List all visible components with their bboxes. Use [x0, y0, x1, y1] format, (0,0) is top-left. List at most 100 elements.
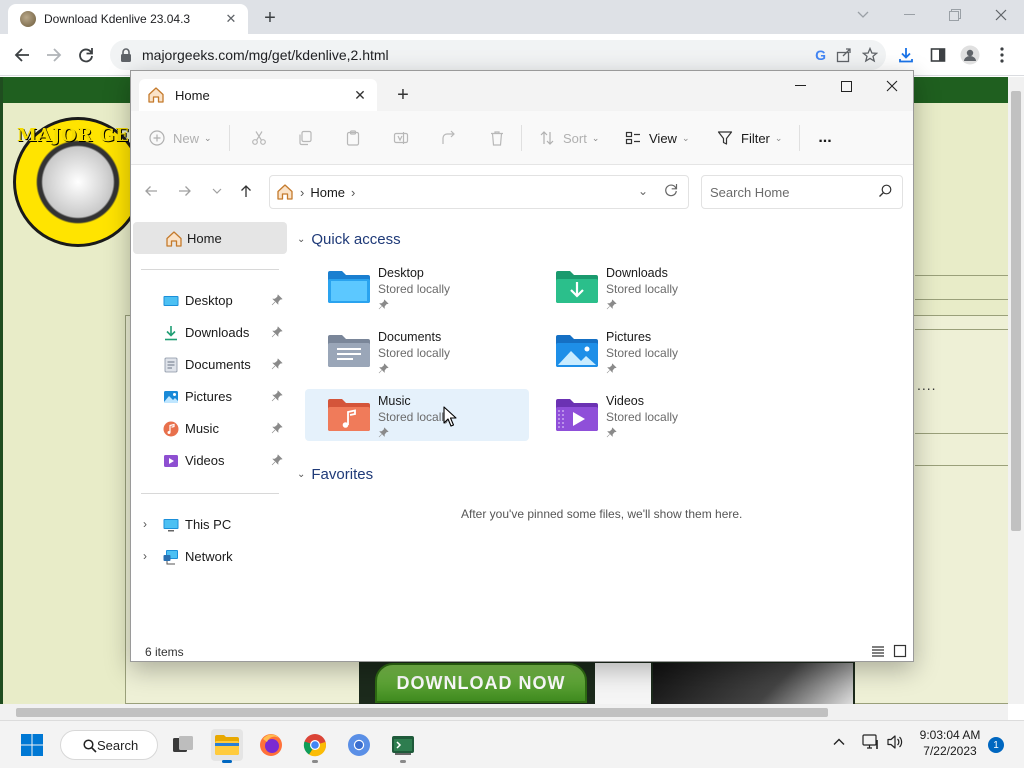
filter-button[interactable]: Filter ⌄: [717, 111, 782, 165]
screenshot-thumbnail[interactable]: [595, 663, 651, 704]
taskbar-chrome[interactable]: [299, 729, 331, 763]
start-button[interactable]: [16, 729, 48, 761]
nav-item-music[interactable]: Music: [131, 415, 287, 443]
view-button[interactable]: View ⌄: [625, 111, 690, 165]
profile-avatar[interactable]: [959, 44, 981, 66]
restore-browser-button[interactable]: [932, 0, 978, 30]
nav-item-this-pc[interactable]: › This PC: [131, 511, 287, 539]
minimize-browser-button[interactable]: [886, 0, 932, 30]
close-tab-icon[interactable]: ✕: [222, 10, 240, 28]
delete-icon[interactable]: [485, 111, 509, 165]
google-icon[interactable]: G: [815, 47, 826, 63]
nav-item-desktop[interactable]: Desktop: [131, 287, 287, 315]
bookmark-star-icon[interactable]: [862, 47, 878, 63]
nav-item-videos[interactable]: Videos: [131, 447, 287, 475]
show-hidden-icons-button[interactable]: [832, 735, 846, 752]
pin-icon[interactable]: [271, 390, 283, 402]
cut-icon[interactable]: [247, 111, 271, 165]
minimize-explorer-button[interactable]: [777, 71, 823, 101]
quick-access-pictures[interactable]: Pictures Stored locally: [533, 325, 757, 377]
share-icon[interactable]: [437, 111, 461, 165]
search-icon[interactable]: [878, 184, 892, 198]
copy-icon[interactable]: [293, 111, 317, 165]
taskbar-search[interactable]: Search: [60, 730, 158, 760]
nav-item-network[interactable]: › Network: [131, 543, 287, 571]
taskbar-chromium[interactable]: [343, 729, 375, 761]
collapse-chevron-icon[interactable]: ⌄: [297, 234, 305, 245]
close-explorer-button[interactable]: [869, 71, 913, 101]
scrollbar-thumb[interactable]: [16, 708, 828, 717]
quick-access-desktop[interactable]: Desktop Stored locally: [305, 261, 529, 313]
pin-icon[interactable]: [271, 454, 283, 466]
breadcrumb-home[interactable]: Home: [310, 185, 345, 200]
browser-menu-icon[interactable]: [991, 44, 1013, 66]
forward-icon[interactable]: [42, 43, 66, 67]
refresh-icon[interactable]: [664, 183, 678, 201]
breadcrumb-separator[interactable]: ›: [351, 185, 355, 200]
explorer-tab-home[interactable]: Home ✕: [139, 79, 377, 111]
pin-icon[interactable]: [271, 422, 283, 434]
taskbar-firefox[interactable]: [255, 729, 287, 761]
breadcrumb[interactable]: › Home › ⌄: [269, 175, 689, 209]
taskbar-clock[interactable]: 9:03:04 AM 7/22/2023: [918, 727, 982, 759]
see-more-button[interactable]: ...: [813, 111, 837, 165]
browser-tabstrip: Download Kdenlive 23.04.3 ✕ +: [0, 0, 1024, 34]
download-now-button[interactable]: DOWNLOAD NOW: [375, 663, 587, 703]
tab-search-icon[interactable]: [840, 0, 886, 30]
folder-status: Stored locally: [606, 282, 679, 296]
pin-icon[interactable]: [271, 294, 283, 306]
side-panel-icon[interactable]: [927, 44, 949, 66]
volume-icon[interactable]: [886, 734, 904, 753]
maximize-explorer-button[interactable]: [823, 71, 869, 101]
expand-chevron-icon[interactable]: ›: [143, 549, 147, 563]
search-box[interactable]: [701, 175, 903, 209]
back-icon[interactable]: [139, 179, 163, 203]
network-status-icon[interactable]: [862, 734, 880, 753]
page-vertical-scrollbar[interactable]: [1008, 77, 1024, 704]
rename-icon[interactable]: [389, 111, 413, 165]
quick-access-videos[interactable]: Videos Stored locally: [533, 389, 757, 441]
videos-icon: [164, 455, 178, 467]
download-icon[interactable]: [895, 44, 917, 66]
back-icon[interactable]: [10, 43, 34, 67]
paste-icon[interactable]: [341, 111, 365, 165]
new-tab-button[interactable]: +: [258, 6, 282, 30]
favorites-header[interactable]: ⌄ Favorites: [297, 462, 373, 486]
nav-item-documents[interactable]: Documents: [131, 351, 287, 379]
address-history-icon[interactable]: ⌄: [638, 184, 648, 198]
close-browser-button[interactable]: [978, 0, 1024, 30]
up-icon[interactable]: [234, 179, 258, 203]
reload-icon[interactable]: [74, 43, 98, 67]
breadcrumb-separator[interactable]: ›: [300, 185, 304, 200]
nav-item-home[interactable]: Home: [133, 222, 287, 254]
quick-access-downloads[interactable]: Downloads Stored locally: [533, 261, 757, 313]
address-bar[interactable]: majorgeeks.com/mg/get/kdenlive,2.html G: [110, 40, 886, 70]
search-input[interactable]: [710, 184, 870, 200]
quick-access-documents[interactable]: Documents Stored locally: [305, 325, 529, 377]
page-horizontal-scrollbar[interactable]: [0, 704, 1008, 720]
tiles-view-icon[interactable]: [893, 644, 907, 658]
share-icon[interactable]: [836, 47, 852, 63]
explorer-new-tab-button[interactable]: +: [391, 83, 415, 107]
sort-button[interactable]: Sort ⌄: [539, 111, 599, 165]
close-tab-icon[interactable]: ✕: [349, 84, 371, 106]
task-view-button[interactable]: [167, 729, 199, 761]
new-button[interactable]: New ⌄: [149, 111, 212, 165]
pin-icon[interactable]: [271, 358, 283, 370]
notification-badge[interactable]: 1: [988, 737, 1004, 753]
scrollbar-thumb[interactable]: [1011, 91, 1021, 531]
expand-chevron-icon[interactable]: ›: [143, 517, 147, 531]
nav-item-pictures[interactable]: Pictures: [131, 383, 287, 411]
recent-locations-icon[interactable]: [205, 179, 229, 203]
screenshot-thumbnail[interactable]: [653, 663, 853, 704]
browser-tab[interactable]: Download Kdenlive 23.04.3 ✕: [8, 4, 248, 34]
collapse-chevron-icon[interactable]: ⌄: [297, 469, 305, 480]
nav-item-downloads[interactable]: Downloads: [131, 319, 287, 347]
forward-icon[interactable]: [173, 179, 197, 203]
quick-access-music[interactable]: Music Stored locally: [305, 389, 529, 441]
taskbar-terminal[interactable]: [387, 729, 419, 763]
pin-icon[interactable]: [271, 326, 283, 338]
taskbar-file-explorer[interactable]: [211, 729, 243, 763]
quick-access-header[interactable]: ⌄ Quick access: [297, 227, 401, 251]
details-view-icon[interactable]: [871, 644, 885, 658]
